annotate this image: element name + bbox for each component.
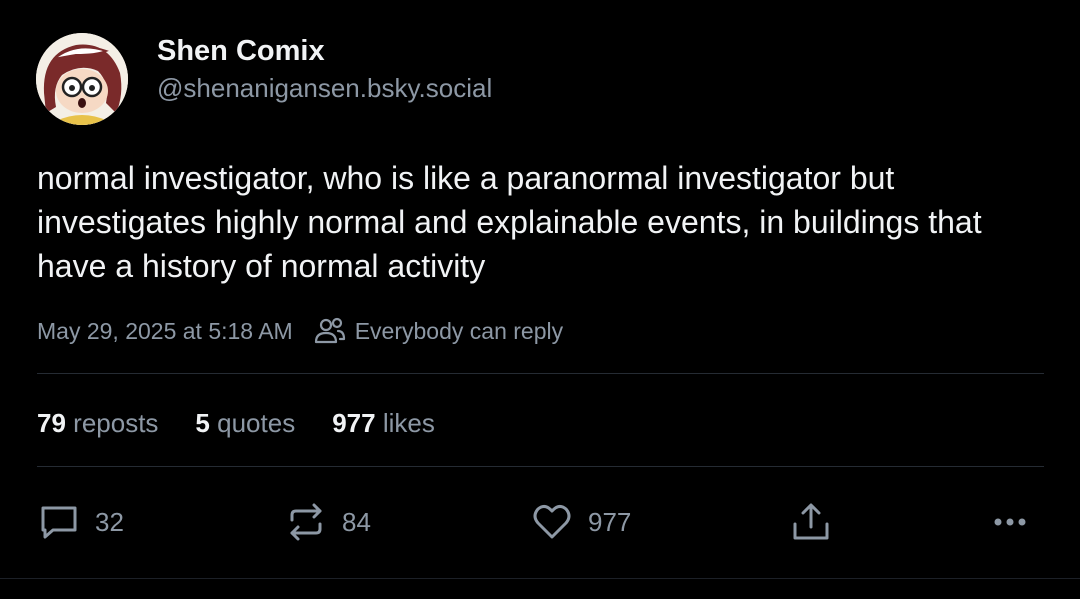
likes-count: 977 [332, 407, 376, 438]
post-meta: May 29, 2025 at 5:18 AM Everybody can re… [37, 314, 563, 348]
share-button[interactable] [789, 500, 833, 544]
quotes-label: quotes [217, 407, 296, 438]
share-upload-icon [789, 500, 833, 544]
author-avatar[interactable] [36, 33, 128, 125]
author-handle[interactable]: @shenanigansen.bsky.social [157, 73, 492, 104]
like-count: 977 [588, 506, 632, 537]
divider [37, 466, 1044, 467]
divider [37, 373, 1044, 374]
reply-setting-text[interactable]: Everybody can reply [355, 318, 563, 345]
ellipsis-icon [988, 500, 1032, 544]
bottom-border [0, 578, 1080, 579]
engagement-stats: 79 reposts 5 quotes 977 likes [37, 405, 472, 441]
heart-icon [530, 500, 574, 544]
reply-button[interactable]: 32 [37, 500, 124, 544]
reposts-count: 79 [37, 407, 66, 438]
post-text: normal investigator, who is like a paran… [37, 160, 982, 284]
people-icon [313, 314, 347, 348]
speech-bubble-icon [37, 500, 81, 544]
quotes-count: 5 [195, 407, 210, 438]
like-button[interactable]: 977 [530, 500, 631, 544]
author-display-name[interactable]: Shen Comix [157, 35, 325, 68]
likes-label: likes [382, 407, 435, 438]
quotes-stat[interactable]: 5 quotes [195, 408, 295, 439]
repost-arrows-icon [284, 500, 328, 544]
repost-button[interactable]: 84 [284, 500, 371, 544]
reposts-label: reposts [73, 407, 159, 438]
likes-stat[interactable]: 977 likes [332, 408, 435, 439]
reply-count: 32 [95, 506, 124, 537]
repost-count: 84 [342, 506, 371, 537]
more-options-button[interactable] [988, 500, 1032, 544]
reposts-stat[interactable]: 79 reposts [37, 408, 158, 439]
post-timestamp[interactable]: May 29, 2025 at 5:18 AM [37, 318, 293, 345]
